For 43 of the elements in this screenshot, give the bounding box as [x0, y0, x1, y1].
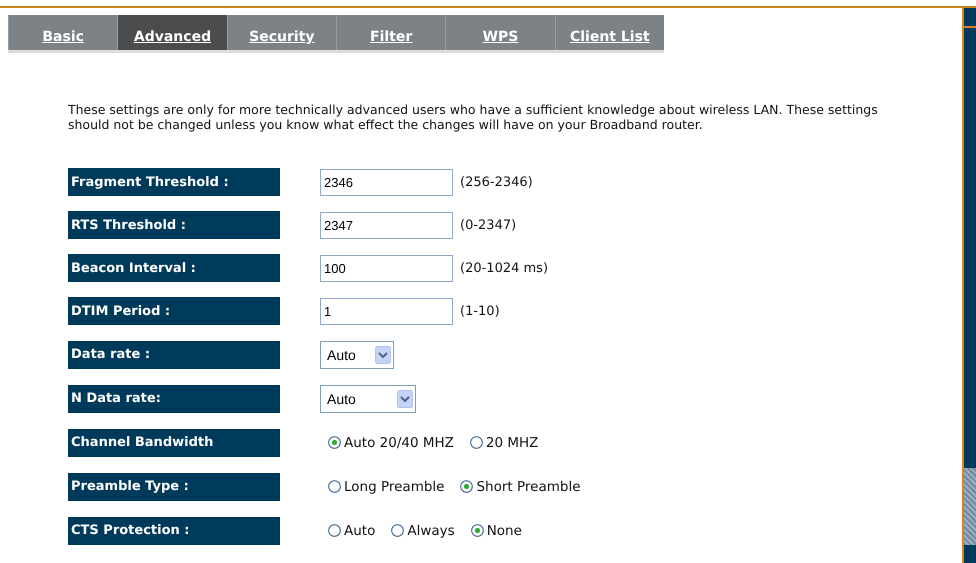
radio-label: Auto: [344, 522, 376, 538]
caret-icon: [397, 390, 413, 408]
radio-label: None: [486, 522, 522, 538]
range-hint: (256-2346): [460, 174, 533, 190]
dropdown[interactable]: Auto: [320, 384, 416, 412]
setting-label: Beacon Interval :: [68, 254, 280, 282]
radio-label: 20 MHZ: [486, 434, 538, 450]
radio-button[interactable]: [470, 436, 483, 449]
range-hint: (0-2347): [460, 218, 516, 232]
setting-label: Fragment Threshold :: [68, 168, 280, 196]
tab[interactable]: Client List: [554, 15, 664, 50]
radio-button[interactable]: [391, 524, 404, 537]
setting-label: DTIM Period :: [68, 297, 280, 325]
radio-label: Long Preamble: [344, 478, 444, 494]
radio-button[interactable]: [328, 524, 341, 537]
scrollbar[interactable]: [962, 8, 976, 563]
input-field[interactable]: 1: [320, 298, 453, 324]
range-hint: (1-10): [460, 304, 500, 318]
tab[interactable]: Security: [226, 15, 336, 50]
setting-label: CTS Protection :: [68, 516, 280, 544]
setting-label: Data rate :: [68, 340, 280, 368]
input-field[interactable]: 100: [320, 254, 453, 282]
tab[interactable]: Advanced: [117, 15, 227, 50]
radio-label: Auto 20/40 MHZ: [344, 434, 454, 450]
setting-label: Preamble Type :: [68, 472, 280, 500]
radio-label: Always: [407, 522, 455, 538]
caret-icon: [375, 346, 391, 364]
dropdown[interactable]: Auto: [320, 340, 394, 368]
intro-text: These settings are only for more technically advanced users who have a sufficient knowledge about wireless LAN. These settings should not be changed unless you know what effect the changes will have on your Broadband router.: [68, 102, 879, 132]
scroll-thumb[interactable]: [964, 26, 976, 468]
setting-label: Channel Bandwidth: [68, 428, 280, 456]
radio-button[interactable]: [470, 524, 484, 537]
range-hint: (20-1024 ms): [460, 260, 548, 276]
radio-button[interactable]: [328, 436, 341, 449]
input-field[interactable]: 2346: [320, 168, 453, 196]
input-field[interactable]: 2347: [320, 212, 453, 238]
tab[interactable]: WPS: [445, 15, 555, 50]
setting-label: RTS Threshold :: [68, 211, 280, 239]
radio-button[interactable]: [328, 480, 341, 493]
setting-label: N Data rate:: [68, 384, 280, 412]
radio-button[interactable]: [460, 480, 474, 493]
radio-label: Short Preamble: [476, 478, 581, 494]
tab[interactable]: Filter: [336, 15, 446, 50]
